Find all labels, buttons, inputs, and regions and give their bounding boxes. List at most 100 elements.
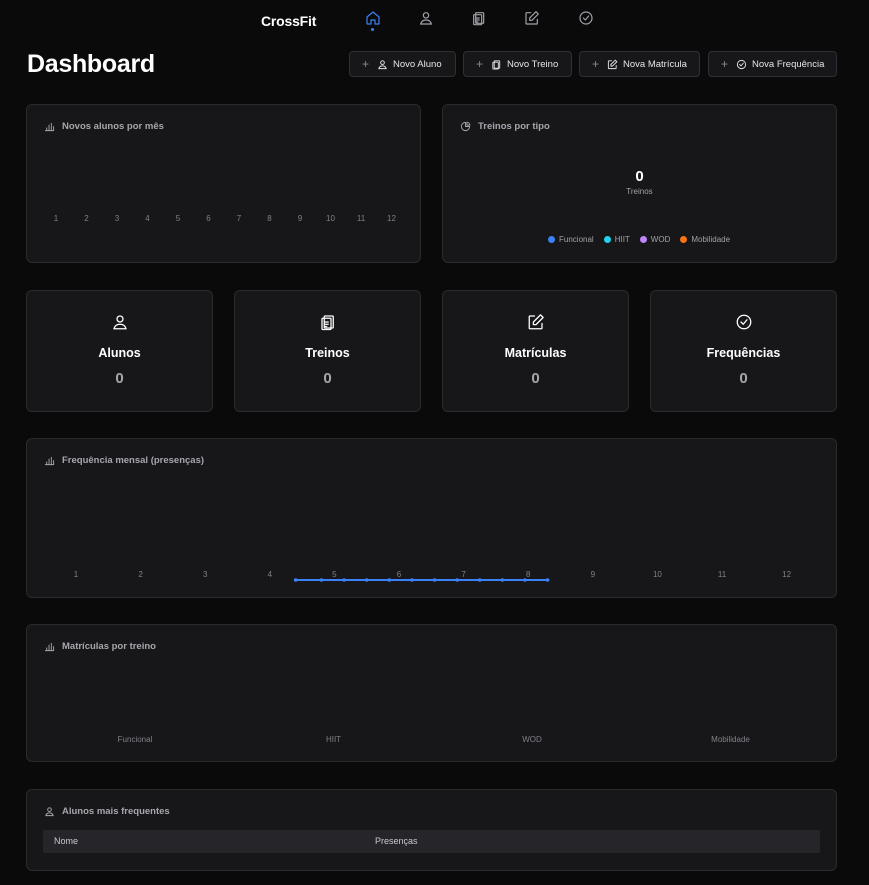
frequencia-point[interactable] bbox=[455, 578, 459, 582]
novo-treino-button[interactable]: + Novo Treino bbox=[463, 51, 572, 77]
clipboard-icon bbox=[492, 59, 501, 70]
nav-home[interactable] bbox=[365, 10, 381, 26]
frequencia-point[interactable] bbox=[293, 578, 298, 582]
treinos-tipo-legend: Funcional HIIT WOD Mobilidade bbox=[548, 235, 730, 244]
frequencia-line-svg bbox=[293, 578, 550, 582]
alunos-frequentes-header: Alunos mais frequentes bbox=[44, 806, 170, 817]
treinos-total-label: Treinos bbox=[626, 187, 653, 196]
x-tick-label: 2 bbox=[84, 214, 89, 223]
frequencia-point[interactable] bbox=[364, 578, 369, 582]
x-tick-label: 12 bbox=[387, 214, 396, 223]
legend-label: Mobilidade bbox=[691, 235, 731, 244]
legend-item-wod[interactable]: WOD bbox=[639, 235, 670, 244]
stat-card-treinos[interactable]: Treinos 0 bbox=[234, 290, 421, 412]
x-tick-label: 8 bbox=[267, 214, 272, 223]
nav-treinos[interactable] bbox=[471, 10, 487, 26]
x-tick-label: 3 bbox=[114, 214, 120, 223]
stat-matriculas-value: 0 bbox=[531, 370, 540, 387]
frequencia-mensal-chart: 1 2 3 4 5 6 7 8 9 10 11 12 bbox=[27, 439, 838, 599]
stat-frequencias-value: 0 bbox=[739, 370, 748, 387]
plus-icon: + bbox=[721, 57, 729, 71]
column-header-nome[interactable]: Nome bbox=[54, 836, 78, 846]
legend-dot bbox=[548, 236, 555, 243]
treinos-tipo-card: Treinos por tipo 0 Treinos Funcional HIIT… bbox=[442, 104, 837, 263]
top-navigation: CrossFit bbox=[0, 0, 869, 40]
page-title: Dashboard bbox=[27, 50, 155, 78]
frequencia-mensal-card: Frequência mensal (presenças) 1234567891… bbox=[26, 438, 837, 598]
novo-treino-label: Novo Treino bbox=[507, 58, 559, 70]
frequencia-point[interactable] bbox=[545, 578, 550, 582]
stat-alunos-value: 0 bbox=[115, 370, 124, 387]
frequencia-point[interactable] bbox=[523, 578, 527, 582]
nav-active-indicator bbox=[371, 28, 374, 31]
frequencia-point[interactable] bbox=[432, 578, 437, 582]
legend-dot bbox=[639, 236, 647, 243]
alunos-frequentes-card: Alunos mais frequentes Nome Presenças bbox=[26, 789, 837, 871]
nova-matricula-label: Nova Matrícula bbox=[623, 58, 687, 70]
stat-matriculas-label: Matrículas bbox=[504, 346, 567, 360]
matriculas-treino-card: Matrículas por treino Funcional HIIT WOD Mo… bbox=[26, 624, 837, 762]
x-tick-label: 7 bbox=[236, 214, 242, 223]
nav-alunos[interactable] bbox=[418, 10, 434, 26]
nav-frequencias[interactable] bbox=[578, 10, 594, 26]
pie-chart-icon bbox=[460, 121, 471, 132]
novo-aluno-label: Novo Aluno bbox=[393, 58, 442, 70]
clipboard-icon bbox=[473, 12, 485, 26]
legend-dot bbox=[603, 236, 611, 243]
brand-logo[interactable]: CrossFit bbox=[261, 13, 316, 29]
frequencia-point[interactable] bbox=[500, 578, 505, 582]
x-tick-label: 10 bbox=[326, 214, 335, 223]
legend-label: Funcional bbox=[559, 235, 594, 244]
novos-alunos-chart: 1 2 3 4 5 6 7 8 9 10 11 12 bbox=[27, 105, 422, 264]
check-circle-icon bbox=[736, 59, 747, 69]
table-header-row: Nome Presenças bbox=[43, 830, 820, 853]
user-icon bbox=[45, 807, 54, 817]
user-icon bbox=[419, 12, 433, 25]
alunos-frequentes-title: Alunos mais frequentes bbox=[62, 806, 170, 817]
stat-treinos-value: 0 bbox=[323, 370, 332, 387]
plus-icon: + bbox=[592, 57, 600, 71]
x-tick-label: Funcional bbox=[117, 735, 153, 744]
plus-icon: + bbox=[362, 57, 370, 71]
x-tick-label: 4 bbox=[145, 214, 150, 223]
stat-card-frequencias[interactable]: Frequências 0 bbox=[650, 290, 837, 412]
frequencia-point[interactable] bbox=[387, 578, 392, 582]
edit-icon bbox=[528, 314, 544, 330]
treinos-total-value: 0 bbox=[635, 168, 644, 185]
x-tick-label: 6 bbox=[206, 214, 211, 223]
x-tick-label: HIIT bbox=[325, 735, 342, 744]
novo-aluno-button[interactable]: + Novo Aluno bbox=[349, 51, 456, 77]
x-tick-label: 1 bbox=[53, 214, 59, 223]
nova-matricula-button[interactable]: + Nova Matrícula bbox=[579, 51, 700, 77]
stat-frequencias-label: Frequências bbox=[706, 346, 781, 360]
nova-frequencia-label: Nova Frequência bbox=[752, 58, 825, 70]
clipboard-icon bbox=[320, 315, 334, 331]
legend-dot bbox=[680, 236, 688, 243]
user-icon bbox=[378, 59, 387, 69]
x-tick-label: 9 bbox=[297, 214, 303, 223]
legend-label: HIIT bbox=[614, 235, 630, 244]
stat-alunos-label: Alunos bbox=[98, 346, 141, 360]
home-icon bbox=[366, 11, 380, 25]
legend-item-hiit[interactable]: HIIT bbox=[603, 235, 630, 244]
column-header-presencas[interactable]: Presenças bbox=[375, 836, 418, 846]
frequencia-point[interactable] bbox=[410, 578, 414, 582]
check-circle-icon bbox=[579, 11, 593, 25]
stat-card-matriculas[interactable]: Matrículas 0 bbox=[442, 290, 629, 412]
edit-icon bbox=[607, 59, 618, 69]
legend-item-mobilidade[interactable]: Mobilidade bbox=[680, 235, 730, 244]
matriculas-treino-chart: Funcional HIIT WOD Mobilidade bbox=[27, 625, 838, 763]
nova-frequencia-button[interactable]: + Nova Frequência bbox=[708, 51, 837, 77]
frequencia-point[interactable] bbox=[319, 578, 324, 582]
x-tick-label: 11 bbox=[356, 214, 366, 223]
frequencia-point[interactable] bbox=[477, 578, 482, 582]
stat-card-alunos[interactable]: Alunos 0 bbox=[26, 290, 213, 412]
x-tick-label: 5 bbox=[175, 214, 181, 223]
stat-treinos-label: Treinos bbox=[305, 346, 350, 360]
frequencia-point[interactable] bbox=[342, 578, 346, 582]
treinos-tipo-header: Treinos por tipo bbox=[460, 121, 550, 132]
x-tick-label: WOD bbox=[522, 735, 542, 744]
edit-icon bbox=[525, 11, 539, 25]
legend-item-funcional[interactable]: Funcional bbox=[548, 235, 594, 244]
nav-matriculas[interactable] bbox=[524, 10, 540, 26]
